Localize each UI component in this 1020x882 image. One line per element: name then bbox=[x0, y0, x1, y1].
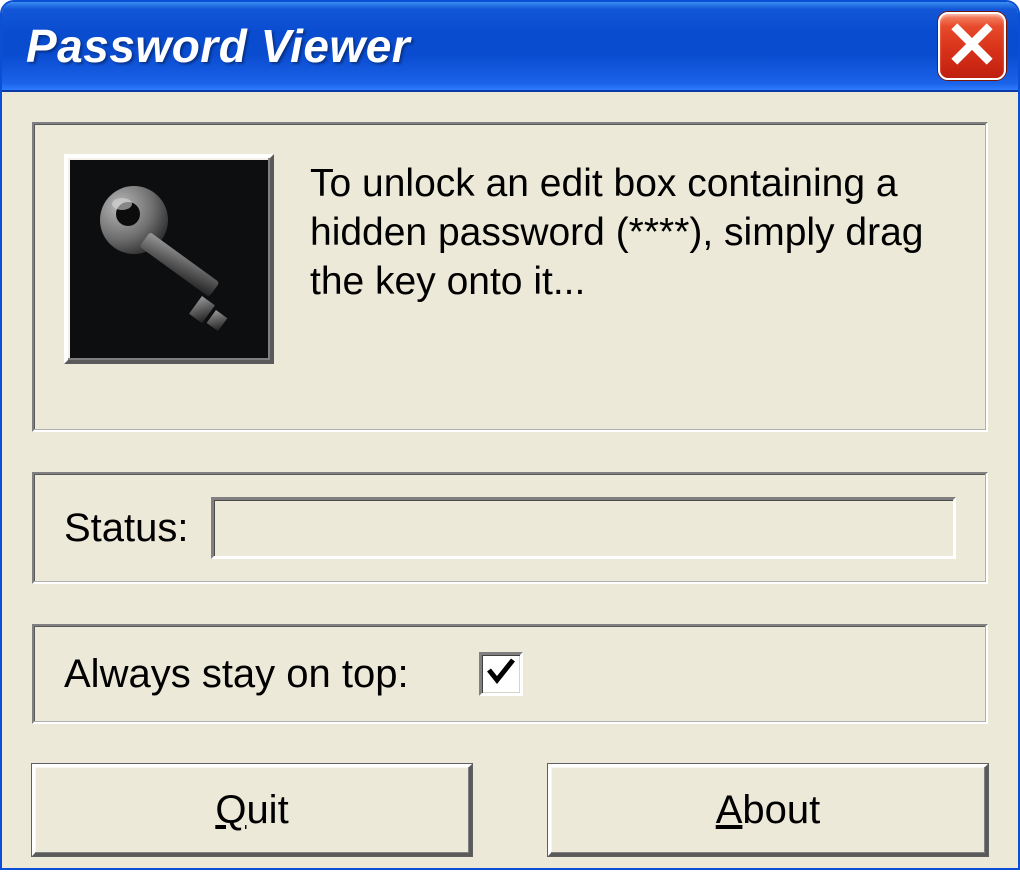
title-bar[interactable]: Password Viewer bbox=[2, 2, 1018, 92]
close-icon bbox=[951, 23, 993, 70]
quit-button[interactable]: Quit bbox=[32, 764, 472, 856]
status-field bbox=[211, 497, 956, 559]
client-area: To unlock an edit box containing a hidde… bbox=[2, 92, 1018, 870]
instruction-panel: To unlock an edit box containing a hidde… bbox=[32, 122, 988, 432]
close-button[interactable] bbox=[938, 12, 1006, 80]
password-viewer-window: Password Viewer bbox=[0, 0, 1020, 870]
button-row: Quit About bbox=[32, 764, 988, 856]
instruction-text: To unlock an edit box containing a hidde… bbox=[310, 154, 956, 306]
stay-on-top-checkbox[interactable] bbox=[479, 652, 523, 696]
checkmark-icon bbox=[485, 656, 517, 693]
stay-on-top-label: Always stay on top: bbox=[64, 652, 409, 697]
key-drag-tile[interactable] bbox=[64, 154, 274, 364]
about-button[interactable]: About bbox=[548, 764, 988, 856]
window-title: Password Viewer bbox=[26, 19, 410, 73]
quit-button-label: Quit bbox=[215, 788, 288, 833]
about-button-label: About bbox=[716, 788, 821, 833]
key-icon bbox=[84, 172, 254, 347]
status-label: Status: bbox=[64, 506, 189, 551]
stay-on-top-panel: Always stay on top: bbox=[32, 624, 988, 724]
status-panel: Status: bbox=[32, 472, 988, 584]
